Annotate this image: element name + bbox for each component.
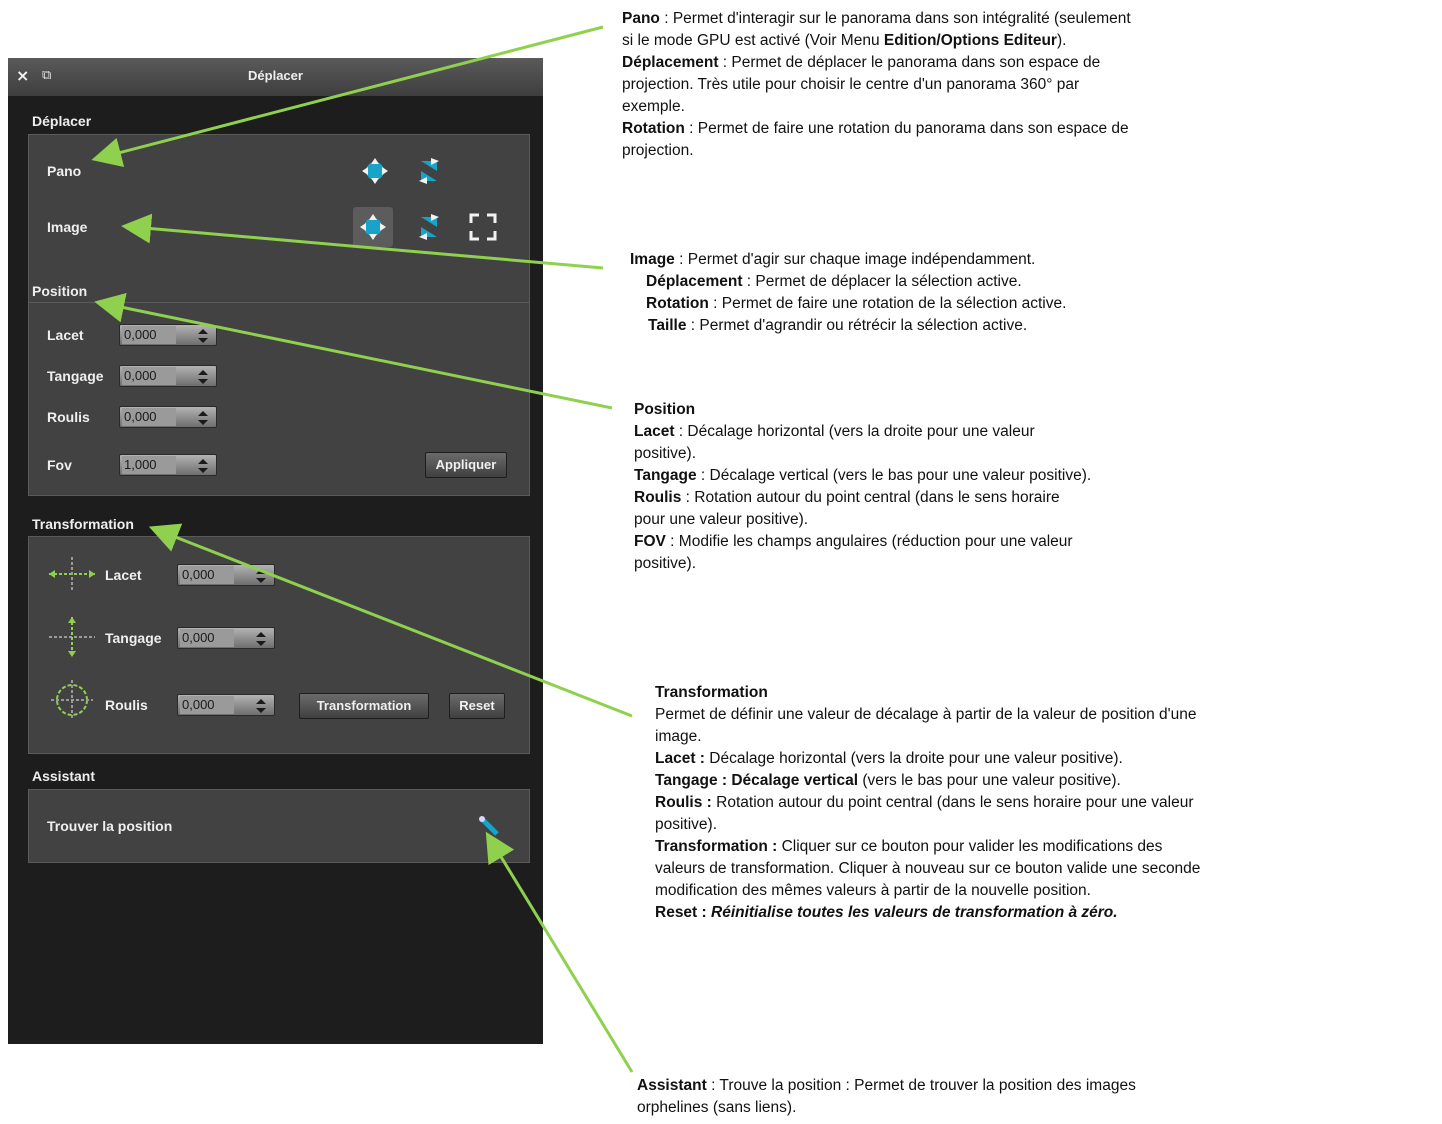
anno-position-text: pour une valeur positive). [634,511,809,528]
anno-image-term: Image [630,251,675,268]
anno-transformation-term: Roulis : [655,794,712,811]
anno-image-text: : Permet d'agrandir ou rétrécir la sélec… [686,317,1028,334]
anno-transformation-text: Rotation autour du point central (dans l… [711,794,1194,811]
anno-pano-text: si le mode GPU est activé (Voir Menu [622,32,884,49]
anno-position-title: Position [634,401,696,418]
anno-transformation-text: image. [655,728,702,745]
annotation-pano: Pano : Permet d'interagir sur le panoram… [622,8,1131,162]
anno-position-text: : Décalage vertical (vers le bas pour un… [696,467,1092,484]
anno-transformation-text: Décalage horizontal (vers la droite pour… [704,750,1123,767]
anno-image-text: : Permet de faire une rotation de la sél… [708,295,1067,312]
anno-position-term: Tangage [634,467,697,484]
arrow-pano [91,25,604,167]
anno-transformation-title: Transformation [655,684,768,701]
annotation-assistant: Assistant : Trouve la position : Permet … [637,1075,1136,1119]
anno-position-text: : Modifie les champs angulaires (réducti… [665,533,1073,550]
annotation-position: Position Lacet : Décalage horizontal (ve… [634,399,1091,575]
anno-position-text: : Décalage horizontal (vers la droite po… [674,423,1035,440]
anno-position-term: Lacet [634,423,675,440]
anno-transformation-text: modification des mêmes valeurs à partir … [655,882,1091,899]
anno-pano-text: projection. [622,142,694,159]
annotation-transformation: Transformation Permet de définir une val… [655,682,1200,924]
anno-pano-text: ). [1056,32,1067,49]
anno-transformation-text: Cliquer sur ce bouton pour valider les m… [777,838,1163,855]
anno-assistant-text: : Trouve la position : Permet de trouver… [706,1077,1136,1094]
arrow-image [121,213,604,270]
anno-transformation-term: Lacet : [655,750,705,767]
arrow-assistant [485,831,634,1073]
anno-pano-text: : Permet de faire une rotation du panora… [684,120,1129,137]
anno-transformation-text: Permet de définir une valeur de décalage… [655,706,1197,723]
anno-assistant-text: orphelines (sans liens). [637,1099,797,1116]
anno-image-term: Déplacement [646,273,743,290]
anno-assistant-term: Assistant [637,1077,707,1094]
anno-pano-text: exemple. [622,98,685,115]
anno-image-term: Taille [648,317,687,334]
anno-position-term: Roulis [634,489,682,506]
anno-position-text: positive). [634,555,697,572]
anno-image-term: Rotation [646,295,709,312]
anno-transformation-term: Reset : [655,904,707,921]
anno-pano-term: Pano [622,10,660,27]
anno-transformation-text: (vers le bas pour une valeur positive). [858,772,1121,789]
anno-transformation-term: Tangage : Décalage vertical [655,772,859,789]
anno-pano-text: projection. Très utile pour choisir le c… [622,76,1080,93]
arrow-transformation [148,523,633,718]
anno-position-term: FOV [634,533,666,550]
anno-transformation-term: Transformation : [655,838,778,855]
anno-position-text: positive). [634,445,697,462]
anno-pano-term: Edition/Options Editeur [883,32,1057,49]
anno-position-text: : Rotation autour du point central (dans… [681,489,1060,506]
anno-transformation-text: positive). [655,816,718,833]
anno-transformation-text: Réinitialise toutes les valeurs de trans… [711,904,1118,921]
anno-pano-text: : Permet de déplacer le panorama dans so… [718,54,1101,71]
anno-transformation-text: valeurs de transformation. Cliquer à nou… [655,860,1201,877]
arrow-position [94,292,613,410]
annotation-image: Image : Permet d'agir sur chaque image i… [630,249,1066,337]
anno-image-text: : Permet de déplacer la sélection active… [742,273,1022,290]
anno-pano-term: Rotation [622,120,685,137]
anno-image-text: : Permet d'agir sur chaque image indépen… [674,251,1036,268]
anno-pano-text: : Permet d'interagir sur le panorama dan… [659,10,1131,27]
anno-pano-term: Déplacement [622,54,719,71]
